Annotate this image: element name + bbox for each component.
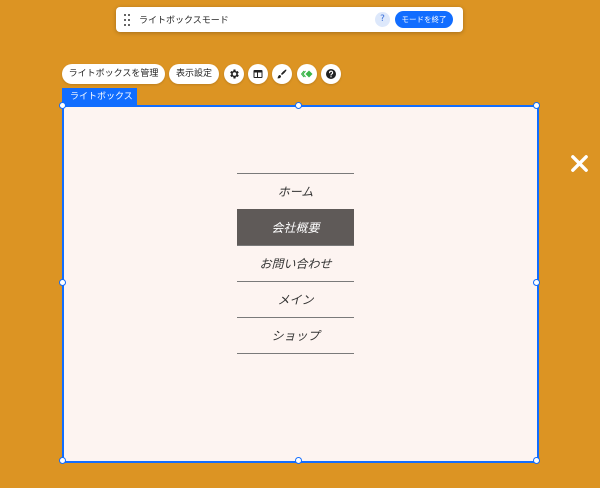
- help-icon: [326, 69, 336, 79]
- resize-handle-bottom-left[interactable]: [59, 457, 66, 464]
- resize-handle-top-left[interactable]: [59, 102, 66, 109]
- lightbox-mode-bar: ライトボックスモード ? モードを終了: [116, 7, 463, 32]
- animation-icon: [301, 70, 313, 78]
- animation-button[interactable]: [297, 64, 317, 84]
- display-settings-button[interactable]: 表示設定: [169, 64, 219, 84]
- resize-handle-left[interactable]: [59, 279, 66, 286]
- help-button[interactable]: ?: [375, 12, 390, 27]
- lightbox-label-tag[interactable]: ライトボックス: [62, 88, 137, 106]
- exit-mode-button[interactable]: モードを終了: [395, 11, 453, 28]
- drag-handle-icon[interactable]: [124, 14, 130, 26]
- settings-button[interactable]: [224, 64, 244, 84]
- layout-icon: [253, 70, 263, 78]
- resize-handle-top-right[interactable]: [533, 102, 540, 109]
- menu-item-main[interactable]: メイン: [237, 281, 354, 317]
- resize-handle-bottom[interactable]: [295, 457, 302, 464]
- gear-icon: [230, 69, 239, 79]
- menu-item-shop[interactable]: ショップ: [237, 317, 354, 354]
- menu-item-contact[interactable]: お問い合わせ: [237, 245, 354, 281]
- pen-icon: [277, 69, 287, 79]
- menu-item-about[interactable]: 会社概要: [237, 209, 354, 245]
- design-button[interactable]: [272, 64, 292, 84]
- help-toolbar-button[interactable]: [321, 64, 341, 84]
- mode-title: ライトボックスモード: [139, 16, 229, 26]
- menu-item-home[interactable]: ホーム: [237, 173, 354, 209]
- resize-handle-right[interactable]: [533, 279, 540, 286]
- resize-handle-bottom-right[interactable]: [533, 457, 540, 464]
- resize-handle-top[interactable]: [295, 102, 302, 109]
- close-icon[interactable]: [570, 154, 589, 173]
- lightbox-nav-menu: ホーム 会社概要 お問い合わせ メイン ショップ: [237, 173, 354, 354]
- layout-button[interactable]: [248, 64, 268, 84]
- manage-lightbox-button[interactable]: ライトボックスを管理: [62, 64, 165, 84]
